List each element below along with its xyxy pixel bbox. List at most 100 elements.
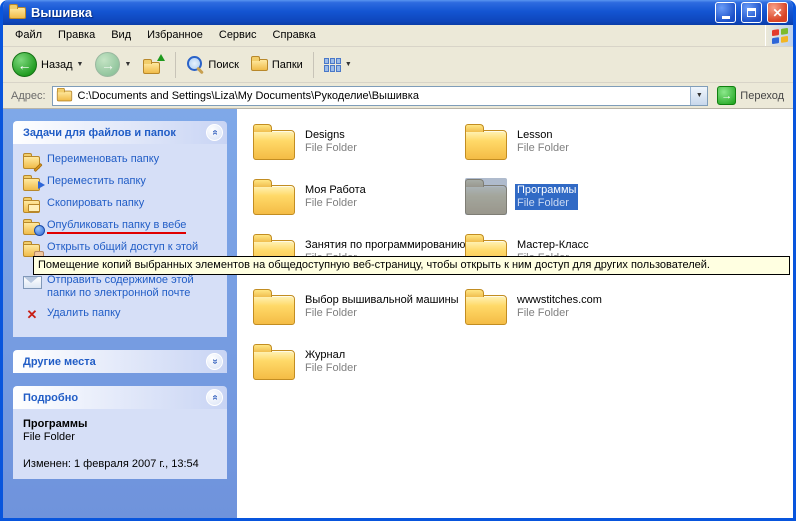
address-folder-icon — [56, 90, 71, 101]
window-body: Задачи для файлов и папок » Переименоват… — [3, 109, 793, 518]
tooltip-text: Помещение копий выбранных элементов на о… — [38, 259, 710, 271]
task-pane: Задачи для файлов и папок » Переименоват… — [3, 109, 237, 518]
task-delete-folder[interactable]: ✕ Удалить папку — [23, 307, 223, 322]
section-title: Другие места — [23, 356, 96, 368]
back-button[interactable]: ← Назад ▼ — [7, 49, 88, 80]
window-title: Вышивка — [31, 5, 710, 20]
folder-icon — [253, 350, 295, 380]
address-bar: Адрес: C:\Documents and Settings\Liza\My… — [3, 83, 793, 109]
address-label: Адрес: — [11, 90, 46, 102]
file-list[interactable]: Designs File Folder Lesson File Folder М… — [237, 109, 793, 518]
file-folder-tasks-header[interactable]: Задачи для файлов и папок » — [13, 121, 227, 144]
task-email-folder[interactable]: Отправить содержимое этой папки по элект… — [23, 274, 223, 300]
file-item-wwwstitches[interactable]: wwwstitches.com File Folder — [465, 292, 677, 347]
folders-button[interactable]: Папки — [246, 56, 308, 74]
back-dropdown-icon[interactable]: ▼ — [77, 61, 84, 68]
window-folder-icon — [9, 7, 26, 19]
forward-icon: → — [95, 52, 120, 77]
address-dropdown-button[interactable]: ▼ — [690, 87, 707, 105]
file-item-vybor-mashiny[interactable]: Выбор вышивальной машины File Folder — [253, 292, 465, 347]
other-places-section: Другие места » — [13, 350, 227, 373]
details-header[interactable]: Подробно » — [13, 386, 227, 409]
go-arrow-icon: → — [717, 86, 736, 105]
details-folder-name: Программы — [23, 418, 223, 431]
section-title: Подробно — [23, 392, 78, 404]
forward-dropdown-icon[interactable]: ▼ — [124, 61, 131, 68]
menu-tools[interactable]: Сервис — [211, 25, 265, 46]
copy-folder-icon — [23, 197, 41, 212]
task-move-folder[interactable]: Переместить папку — [23, 175, 223, 190]
explorer-window: Вышивка ✕ Файл Правка Вид Избранное Серв… — [0, 0, 796, 521]
details-body: Программы File Folder Изменен: 1 февраля… — [13, 409, 227, 479]
close-icon: ✕ — [772, 7, 782, 19]
toolbar-separator — [313, 52, 314, 78]
move-folder-icon — [23, 175, 41, 190]
details-folder-type: File Folder — [23, 431, 223, 444]
rename-folder-icon — [23, 153, 41, 168]
menu-favorites[interactable]: Избранное — [139, 25, 211, 46]
search-icon — [186, 56, 204, 74]
folder-icon-selected — [465, 185, 507, 215]
windows-logo — [765, 25, 793, 46]
views-button[interactable]: ▼ — [319, 55, 357, 75]
title-bar[interactable]: Вышивка ✕ — [3, 0, 793, 25]
task-rename-folder[interactable]: Переименовать папку — [23, 153, 223, 168]
forward-button[interactable]: → ▼ — [90, 49, 136, 80]
maximize-icon — [747, 8, 756, 17]
publish-folder-icon — [23, 219, 41, 234]
delete-folder-icon: ✕ — [23, 307, 41, 322]
collapse-chevron-icon[interactable]: » — [206, 389, 223, 406]
share-folder-icon — [23, 241, 41, 256]
menu-view[interactable]: Вид — [103, 25, 139, 46]
file-item-lesson[interactable]: Lesson File Folder — [465, 127, 677, 182]
section-title: Задачи для файлов и папок — [23, 127, 176, 139]
up-button[interactable] — [138, 53, 170, 77]
chevron-down-icon: ▼ — [696, 92, 703, 99]
views-icon — [324, 58, 341, 72]
go-label: Переход — [740, 90, 784, 102]
folder-icon — [465, 295, 507, 325]
file-item-moya-rabota[interactable]: Моя Работа File Folder — [253, 182, 465, 237]
folder-icon — [253, 185, 295, 215]
menu-edit[interactable]: Правка — [50, 25, 103, 46]
folders-label: Папки — [272, 59, 303, 71]
task-copy-folder[interactable]: Скопировать папку — [23, 197, 223, 212]
address-path[interactable]: C:\Documents and Settings\Liza\My Docume… — [78, 90, 686, 102]
folders-icon — [251, 59, 268, 71]
menu-bar: Файл Правка Вид Избранное Сервис Справка — [3, 25, 793, 47]
toolbar-separator — [175, 52, 176, 78]
windows-flag-icon — [772, 27, 788, 43]
back-icon: ← — [12, 52, 37, 77]
views-dropdown-icon[interactable]: ▼ — [345, 61, 352, 68]
minimize-icon — [722, 16, 730, 19]
other-places-header[interactable]: Другие места » — [13, 350, 227, 373]
menu-help[interactable]: Справка — [265, 25, 324, 46]
folder-icon — [253, 130, 295, 160]
toolbar: ← Назад ▼ → ▼ Поиск Папки ▼ — [3, 47, 793, 83]
file-item-designs[interactable]: Designs File Folder — [253, 127, 465, 182]
close-button[interactable]: ✕ — [767, 2, 788, 23]
menu-spacer — [324, 25, 765, 46]
expand-chevron-icon[interactable]: » — [206, 353, 223, 370]
file-folder-tasks-body: Переименовать папку Переместить папку Ск… — [13, 144, 227, 337]
file-folder-tasks-section: Задачи для файлов и папок » Переименоват… — [13, 121, 227, 337]
file-item-programmy-selected[interactable]: Программы File Folder — [465, 182, 677, 237]
menu-file[interactable]: Файл — [7, 25, 50, 46]
email-folder-icon — [23, 274, 41, 289]
file-item-zhurnal[interactable]: Журнал File Folder — [253, 347, 465, 402]
tooltip: Помещение копий выбранных элементов на о… — [33, 256, 790, 275]
up-folder-icon — [143, 56, 165, 74]
task-share-folder[interactable]: Открыть общий доступ к этой — [23, 241, 223, 256]
go-button[interactable]: → Переход — [714, 85, 787, 106]
search-label: Поиск — [208, 59, 238, 71]
maximize-button[interactable] — [741, 2, 762, 23]
address-combobox[interactable]: C:\Documents and Settings\Liza\My Docume… — [52, 86, 709, 106]
minimize-button[interactable] — [715, 2, 736, 23]
collapse-chevron-icon[interactable]: » — [206, 124, 223, 141]
task-publish-folder-web[interactable]: Опубликовать папку в вебе — [23, 219, 223, 234]
back-label: Назад — [41, 59, 73, 71]
folder-icon — [253, 295, 295, 325]
search-button[interactable]: Поиск — [181, 53, 243, 77]
details-section: Подробно » Программы File Folder Изменен… — [13, 386, 227, 479]
folder-icon — [465, 130, 507, 160]
